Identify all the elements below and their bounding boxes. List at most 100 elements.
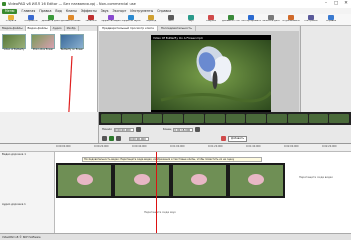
lotus-frame <box>191 174 208 186</box>
toolbar-button-stop[interactable]: Добавить стоп <box>221 14 241 26</box>
timeline: 0:00:00.000 0:00:20.000 0:00:40.000 0:01:00… <box>0 143 351 234</box>
menu-item-home[interactable]: Главная <box>21 9 35 13</box>
timeline-clip[interactable] <box>172 165 226 196</box>
filmstrip-frame <box>308 114 329 123</box>
close-button[interactable]: ✕ <box>341 0 351 8</box>
ruler-tick-label: 0:00:00.000 <box>56 145 71 148</box>
ruler-tick-label: 0:00:40.000 <box>132 145 147 148</box>
minimize-button[interactable]: – <box>321 0 331 8</box>
menu-item-tools[interactable]: Инструменты <box>130 9 153 13</box>
toolbar-button-folder[interactable]: Открыть <box>1 14 21 26</box>
preview-panel: Предварительный просмотр клипа Последова… <box>99 26 299 112</box>
home-menu-button[interactable]: Меню <box>2 8 18 14</box>
toolbar-button-narration[interactable]: Озвучка <box>201 14 221 26</box>
timeline-clip[interactable] <box>58 165 112 196</box>
toolbar-button-help[interactable]: Справка <box>321 14 341 26</box>
clip-filmstrip[interactable] <box>99 112 351 125</box>
menu-item-audio[interactable]: Звук <box>101 9 109 13</box>
ruler-tick-label: 0:01:20.000 <box>208 145 223 148</box>
filmstrip-frame <box>329 114 349 123</box>
filmstrip-frame <box>225 114 246 123</box>
playhead[interactable] <box>156 152 157 234</box>
toolbar-button-disc[interactable]: Записать диск <box>261 14 281 26</box>
skip-back-icon[interactable] <box>102 136 107 141</box>
right-side-panel <box>300 26 351 112</box>
menu-item-clips[interactable]: Клипы <box>66 9 77 13</box>
toolbar-button-label: Текст <box>167 20 175 22</box>
media-file-name: Pink Lotus flower <box>32 48 54 51</box>
toolbar-button-video-effects[interactable]: Эффекты видео <box>101 14 121 26</box>
ruler-tick-label: 0:01:40.000 <box>246 145 261 148</box>
toolbar-button-add-file[interactable]: Добавить файл <box>41 14 61 26</box>
set-start-icon[interactable] <box>135 127 141 132</box>
toolbar-button-label: Эффекты звука <box>121 20 141 22</box>
end-time-input[interactable]: 0:00:18.000 <box>173 127 194 132</box>
media-panel-lower <box>0 112 99 143</box>
toolbar: Открыть Сохранить Добавить файл Добавить об… <box>0 14 351 26</box>
toolbar-button-label: Добавить объект <box>61 20 81 22</box>
toolbar-button-label: Добавить стоп <box>222 20 240 22</box>
toolbar-button-sound[interactable]: Звук <box>181 14 201 26</box>
video-track-header: Видео дорожка 1 <box>0 152 55 202</box>
video-drop-zone[interactable]: Перетащите сюда видео <box>288 163 344 198</box>
video-screen[interactable]: Video Of Butterfly On A Flower.mp4 <box>151 35 271 112</box>
start-time-input[interactable]: 0:00:00.000 <box>113 127 134 132</box>
toolbar-button-audio-effects[interactable]: Эффекты звука <box>121 14 141 26</box>
timeline-clip[interactable] <box>115 165 169 196</box>
toolbar-button-share[interactable]: Опубликовать <box>281 14 301 26</box>
clip-controls: Начало 0:00:00.000 Конец 0:00:18.000 0:0… <box>99 125 351 143</box>
filmstrip-frame <box>287 114 308 123</box>
menu-item-view[interactable]: Вид <box>55 9 61 13</box>
toolbar-button-label: Эффекты видео <box>101 20 121 22</box>
menu-item-effects[interactable]: Эффекты <box>81 9 97 13</box>
menu-item-edit[interactable]: Правка <box>39 9 51 13</box>
menu-item-help[interactable]: Справка <box>157 9 171 13</box>
timeline-clip[interactable] <box>229 165 283 196</box>
timeline-tooltip: Последовательность видео: Перетащите сюд… <box>82 157 262 162</box>
audio-drop-zone[interactable]: Перетащите сюда звук <box>100 211 220 217</box>
toolbar-button-transition[interactable]: Переход <box>141 14 161 26</box>
play-icon[interactable] <box>109 136 114 141</box>
toolbar-button-label: Сохранить <box>24 20 38 22</box>
audio-track-label: Аудио дорожка 1 <box>2 203 26 206</box>
ruler-tick-label: 0:02:20.000 <box>322 145 337 148</box>
preview-tabs: Предварительный просмотр клипа Последова… <box>99 26 299 31</box>
toolbar-button-label: Звук <box>188 20 194 22</box>
filmstrip-frame <box>142 114 163 123</box>
menu-item-export[interactable]: Экспорт <box>113 9 127 13</box>
tab-video-files[interactable]: Видео-файлы <box>25 26 51 31</box>
toolbar-button-record[interactable]: Записать <box>81 14 101 26</box>
tab-clip-preview[interactable]: Предварительный просмотр клипа <box>99 26 158 31</box>
video-thumbnail <box>31 34 55 49</box>
maximize-button[interactable]: □ <box>331 0 341 8</box>
media-file-item[interactable]: Video of Butterfly <box>2 34 26 52</box>
tab-audio-files[interactable]: Аудио <box>51 26 65 31</box>
video-track-clips[interactable] <box>56 163 285 198</box>
toolbar-button-export[interactable]: Экспортировать <box>241 14 261 26</box>
toolbar-button-label: Озвучка <box>206 20 216 22</box>
toolbar-button-save[interactable]: Сохранить <box>21 14 41 26</box>
filmstrip-frame <box>267 114 287 123</box>
media-file-name: Butterfly on flower <box>60 48 84 51</box>
toolbar-button-label: Настройки <box>304 20 318 22</box>
ruler-tick-label: 0:01:00.000 <box>170 145 185 148</box>
toolbar-button-label: Добавить файл <box>41 20 61 22</box>
tab-image-files[interactable]: Изобр. <box>65 26 80 31</box>
media-file-item[interactable]: Butterfly on flower <box>60 34 84 52</box>
add-to-sequence-button[interactable]: Добавить <box>228 135 248 142</box>
toolbar-button-text[interactable]: Текст <box>161 14 181 26</box>
toolbar-button-settings[interactable]: Настройки <box>301 14 321 26</box>
video-thumbnail <box>60 34 84 49</box>
split-icon[interactable] <box>221 136 226 141</box>
tab-media-files[interactable]: Медиа-файлы <box>0 26 26 31</box>
position-time-input[interactable]: 0:00:00.000 <box>129 136 149 141</box>
window-title: VideoPAD v8 ИЛЛ 16 Editor — Без названия… <box>8 2 136 6</box>
tab-sequence[interactable]: Последовательность <box>158 26 196 31</box>
media-file-item[interactable]: Pink Lotus flower <box>31 34 55 52</box>
ruler-tick-label: 0:02:00.000 <box>284 145 299 148</box>
set-end-icon[interactable] <box>195 127 201 132</box>
timeline-ruler[interactable]: 0:00:00.000 0:00:20.000 0:00:40.000 0:01:00… <box>0 144 351 152</box>
audio-track-header: Аудио дорожка 1 <box>0 202 55 234</box>
skip-forward-icon[interactable] <box>116 136 121 141</box>
toolbar-button-add-object[interactable]: Добавить объект <box>61 14 81 26</box>
